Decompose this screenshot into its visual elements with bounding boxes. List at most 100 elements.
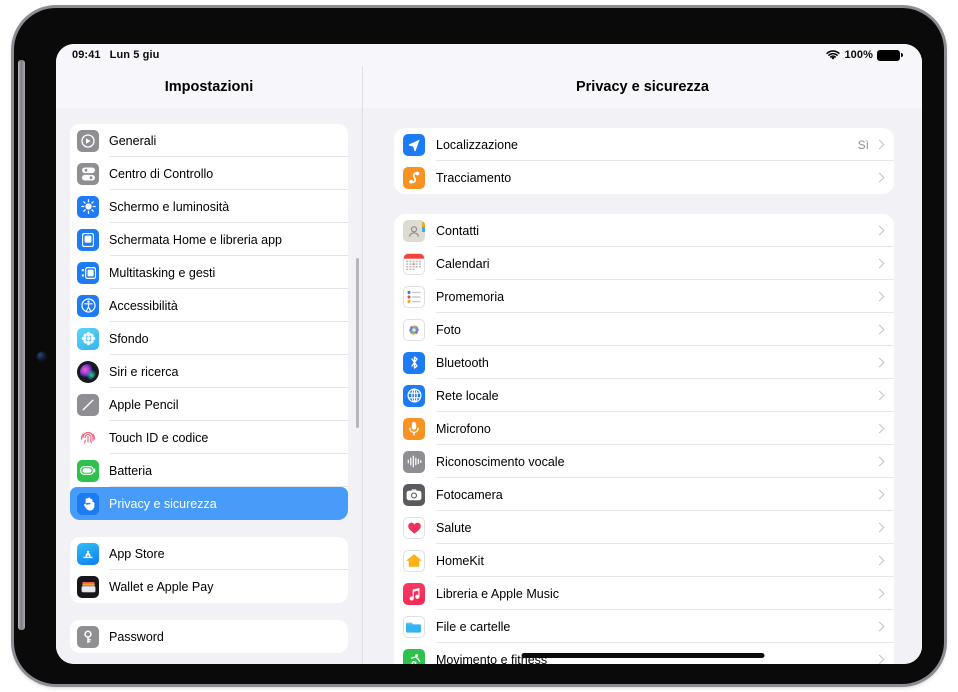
sidebar-item-centro-di-controllo[interactable]: Centro di Controllo <box>70 157 348 190</box>
sidebar-item-siri-e-ricerca[interactable]: Siri e ricerca <box>70 355 348 388</box>
fitness-icon <box>403 648 425 664</box>
apple-pencil-icon <box>77 393 99 416</box>
privacy-row-tracciamento[interactable]: Tracciamento <box>394 161 894 194</box>
sidebar-item-label: Schermata Home e libreria app <box>109 232 282 247</box>
sidebar-item-label: Apple Pencil <box>109 397 179 412</box>
settings-sidebar: Impostazioni Generali Centro di Controllo… <box>56 66 363 664</box>
app-store-icon <box>77 542 99 565</box>
sidebar-item-apple-pencil[interactable]: Apple Pencil <box>70 388 348 421</box>
sidebar-item-accessibilit[interactable]: Accessibilità <box>70 289 348 322</box>
sidebar-item-wallet-e-apple-pay[interactable]: Wallet e Apple Pay <box>70 570 348 603</box>
privacy-row-label: Tracciamento <box>436 170 512 185</box>
chevron-right-icon <box>874 555 885 566</box>
privacy-row-file-e-cartelle[interactable]: File e cartelle <box>394 610 894 643</box>
home-indicator[interactable] <box>521 653 764 658</box>
sidebar-item-schermata-home-e-libreria-app[interactable]: Schermata Home e libreria app <box>70 223 348 256</box>
sidebar-item-sfondo[interactable]: Sfondo <box>70 322 348 355</box>
photos-icon <box>403 318 425 341</box>
sidebar-item-multitasking-e-gesti[interactable]: Multitasking e gesti <box>70 256 348 289</box>
chevron-right-icon <box>874 522 885 533</box>
battery-settings-icon <box>77 459 99 482</box>
sidebar-item-label: Privacy e sicurezza <box>109 496 217 511</box>
sidebar-item-label: Accessibilità <box>109 298 178 313</box>
privacy-row-salute[interactable]: Salute <box>394 511 894 544</box>
privacy-row-label: Fotocamera <box>436 487 503 502</box>
privacy-row-label: Localizzazione <box>436 137 518 152</box>
split-view: Impostazioni Generali Centro di Controllo… <box>56 66 922 664</box>
privacy-row-promemoria[interactable]: Promemoria <box>394 280 894 313</box>
sidebar-item-password[interactable]: Password <box>70 620 348 653</box>
sidebar-item-schermo-e-luminosit[interactable]: Schermo e luminosità <box>70 190 348 223</box>
wallpaper-icon <box>77 327 99 350</box>
privacy-row-label: Bluetooth <box>436 355 489 370</box>
sidebar-scroll-area[interactable]: Generali Centro di Controllo Schermo e lum… <box>56 108 362 664</box>
sidebar-item-label: Multitasking e gesti <box>109 265 216 280</box>
multitasking-icon <box>77 261 99 284</box>
privacy-row-riconoscimento-vocale[interactable]: Riconoscimento vocale <box>394 445 894 478</box>
sidebar-item-label: Siri e ricerca <box>109 364 179 379</box>
chevron-right-icon <box>874 291 885 302</box>
contacts-icon <box>403 219 425 242</box>
privacy-row-foto[interactable]: Foto <box>394 313 894 346</box>
sidebar-group-2: Password <box>70 620 348 653</box>
chevron-right-icon <box>874 258 885 269</box>
privacy-row-contatti[interactable]: Contatti <box>394 214 894 247</box>
sidebar-item-label: Sfondo <box>109 331 149 346</box>
sidebar-item-label: Schermo e luminosità <box>109 199 230 214</box>
status-date: Lun 5 giu <box>109 49 160 61</box>
device-frame: 09:41 Lun 5 giu 100% Impostazioni Genera… <box>14 8 944 684</box>
privacy-row-label: HomeKit <box>436 553 484 568</box>
sidebar-group-0: Generali Centro di Controllo Schermo e lum… <box>70 124 348 520</box>
sidebar-item-app-store[interactable]: App Store <box>70 537 348 570</box>
apple-music-icon <box>403 582 425 605</box>
chevron-right-icon <box>874 139 885 150</box>
detail-scroll-area[interactable]: Localizzazione Sì Tracciamento Contatti Cale… <box>363 108 922 664</box>
sidebar-title: Impostazioni <box>56 66 362 108</box>
chevron-right-icon <box>874 172 885 183</box>
privacy-row-fotocamera[interactable]: Fotocamera <box>394 478 894 511</box>
sidebar-item-label: Wallet e Apple Pay <box>109 579 214 594</box>
brightness-icon <box>77 195 99 218</box>
sidebar-item-label: Batteria <box>109 463 153 478</box>
detail-pane: Privacy e sicurezza Localizzazione Sì Trac… <box>363 66 922 664</box>
password-key-icon <box>77 625 99 648</box>
privacy-row-label: Libreria e Apple Music <box>436 586 559 601</box>
privacy-row-label: Salute <box>436 520 472 535</box>
files-icon <box>403 615 425 638</box>
privacy-row-value: Sì <box>857 137 869 152</box>
privacy-row-microfono[interactable]: Microfono <box>394 412 894 445</box>
sidebar-item-touch-id-e-codice[interactable]: Touch ID e codice <box>70 421 348 454</box>
privacy-row-homekit[interactable]: HomeKit <box>394 544 894 577</box>
battery-icon <box>877 49 903 61</box>
privacy-row-label: Riconoscimento vocale <box>436 454 565 469</box>
sidebar-item-label: Touch ID e codice <box>109 430 209 445</box>
chevron-right-icon <box>874 621 885 632</box>
privacy-row-libreria-e-apple-music[interactable]: Libreria e Apple Music <box>394 577 894 610</box>
sidebar-item-label: Generali <box>109 133 157 148</box>
permissions-group: Contatti Calendari Promemoria Foto Bluetooth… <box>394 214 894 664</box>
sidebar-item-privacy-e-sicurezza[interactable]: Privacy e sicurezza <box>70 487 348 520</box>
privacy-row-label: File e cartelle <box>436 619 511 634</box>
front-camera-icon <box>37 352 46 361</box>
bluetooth-icon <box>403 351 425 374</box>
privacy-row-rete-locale[interactable]: Rete locale <box>394 379 894 412</box>
detail-title: Privacy e sicurezza <box>363 66 922 108</box>
privacy-row-label: Foto <box>436 322 462 337</box>
homekit-icon <box>403 549 425 572</box>
calendar-icon <box>403 252 425 275</box>
sidebar-item-batteria[interactable]: Batteria <box>70 454 348 487</box>
location-group: Localizzazione Sì Tracciamento <box>394 128 894 194</box>
sidebar-scrollbar[interactable] <box>356 258 359 428</box>
status-bar: 09:41 Lun 5 giu 100% <box>56 44 922 66</box>
tracking-icon <box>403 166 425 189</box>
sidebar-item-generali[interactable]: Generali <box>70 124 348 157</box>
privacy-row-localizzazione[interactable]: Localizzazione Sì <box>394 128 894 161</box>
wallet-icon <box>77 575 99 598</box>
privacy-row-calendari[interactable]: Calendari <box>394 247 894 280</box>
battery-percent-label: 100% <box>844 49 873 61</box>
microphone-icon <box>403 417 425 440</box>
device-side-edge <box>18 60 25 630</box>
chevron-right-icon <box>874 423 885 434</box>
privacy-row-bluetooth[interactable]: Bluetooth <box>394 346 894 379</box>
privacy-row-label: Contatti <box>436 223 480 238</box>
